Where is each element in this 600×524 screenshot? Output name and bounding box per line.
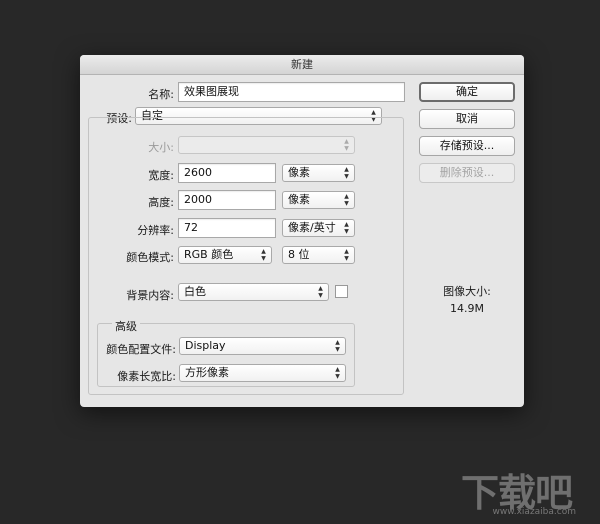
color-profile-value: Display bbox=[185, 339, 226, 352]
save-preset-button[interactable]: 存储预设... bbox=[419, 136, 515, 156]
size-label: 大小: bbox=[148, 141, 174, 154]
background-select[interactable]: 白色 ▲ ▼ bbox=[178, 283, 329, 301]
name-label: 名称: bbox=[148, 88, 174, 101]
chevron-updown-icon: ▲ ▼ bbox=[344, 166, 349, 180]
chevron-updown-icon: ▲ ▼ bbox=[318, 285, 323, 299]
chevron-updown-icon: ▲ ▼ bbox=[344, 248, 349, 262]
pixel-aspect-value: 方形像素 bbox=[185, 366, 229, 379]
pixel-aspect-select[interactable]: 方形像素 ▲ ▼ bbox=[179, 364, 346, 382]
resolution-unit-value: 像素/英寸 bbox=[288, 221, 336, 234]
width-unit-value: 像素 bbox=[288, 166, 310, 179]
name-input[interactable]: 效果图展现 bbox=[178, 82, 405, 102]
watermark-url: www.xiazaiba.com bbox=[492, 507, 576, 517]
resolution-input[interactable]: 72 bbox=[178, 218, 276, 238]
chevron-updown-icon: ▲ ▼ bbox=[335, 339, 340, 353]
resolution-unit-select[interactable]: 像素/英寸 ▲ ▼ bbox=[282, 219, 355, 237]
width-label: 宽度: bbox=[148, 169, 174, 182]
cancel-button[interactable]: 取消 bbox=[419, 109, 515, 129]
color-mode-label: 颜色模式: bbox=[126, 251, 174, 264]
chevron-updown-icon: ▲ ▼ bbox=[344, 138, 349, 152]
height-unit-value: 像素 bbox=[288, 193, 310, 206]
size-select: ▲ ▼ bbox=[178, 136, 355, 154]
background-value: 白色 bbox=[184, 285, 206, 298]
chevron-updown-icon: ▲ ▼ bbox=[335, 366, 340, 380]
advanced-label: 高级 bbox=[112, 318, 140, 334]
dialog-title: 新建 bbox=[80, 55, 524, 75]
background-label: 背景内容: bbox=[126, 289, 174, 302]
chevron-updown-icon: ▲ ▼ bbox=[261, 248, 266, 262]
image-size-value: 14.9M bbox=[450, 302, 484, 315]
bit-depth-select[interactable]: 8 位 ▲ ▼ bbox=[282, 246, 355, 264]
image-size-label: 图像大小: bbox=[443, 285, 491, 298]
color-mode-value: RGB 颜色 bbox=[184, 248, 234, 261]
color-profile-label: 颜色配置文件: bbox=[106, 343, 176, 356]
chevron-updown-icon: ▲ ▼ bbox=[344, 193, 349, 207]
background-color-swatch[interactable] bbox=[335, 285, 348, 298]
height-label: 高度: bbox=[148, 196, 174, 209]
chevron-updown-icon: ▲ ▼ bbox=[344, 221, 349, 235]
bit-depth-value: 8 位 bbox=[288, 248, 310, 261]
ok-button[interactable]: 确定 bbox=[419, 82, 515, 102]
color-profile-select[interactable]: Display ▲ ▼ bbox=[179, 337, 346, 355]
delete-preset-button: 删除预设... bbox=[419, 163, 515, 183]
new-document-dialog: 新建 名称: 效果图展现 预设: 自定 ▲ ▼ 大小: ▲ ▼ 宽度: 2600 像… bbox=[80, 55, 524, 407]
color-mode-select[interactable]: RGB 颜色 ▲ ▼ bbox=[178, 246, 272, 264]
height-unit-select[interactable]: 像素 ▲ ▼ bbox=[282, 191, 355, 209]
width-unit-select[interactable]: 像素 ▲ ▼ bbox=[282, 164, 355, 182]
width-input[interactable]: 2600 bbox=[178, 163, 276, 183]
pixel-aspect-label: 像素长宽比: bbox=[117, 370, 176, 383]
resolution-label: 分辨率: bbox=[137, 224, 174, 237]
height-input[interactable]: 2000 bbox=[178, 190, 276, 210]
